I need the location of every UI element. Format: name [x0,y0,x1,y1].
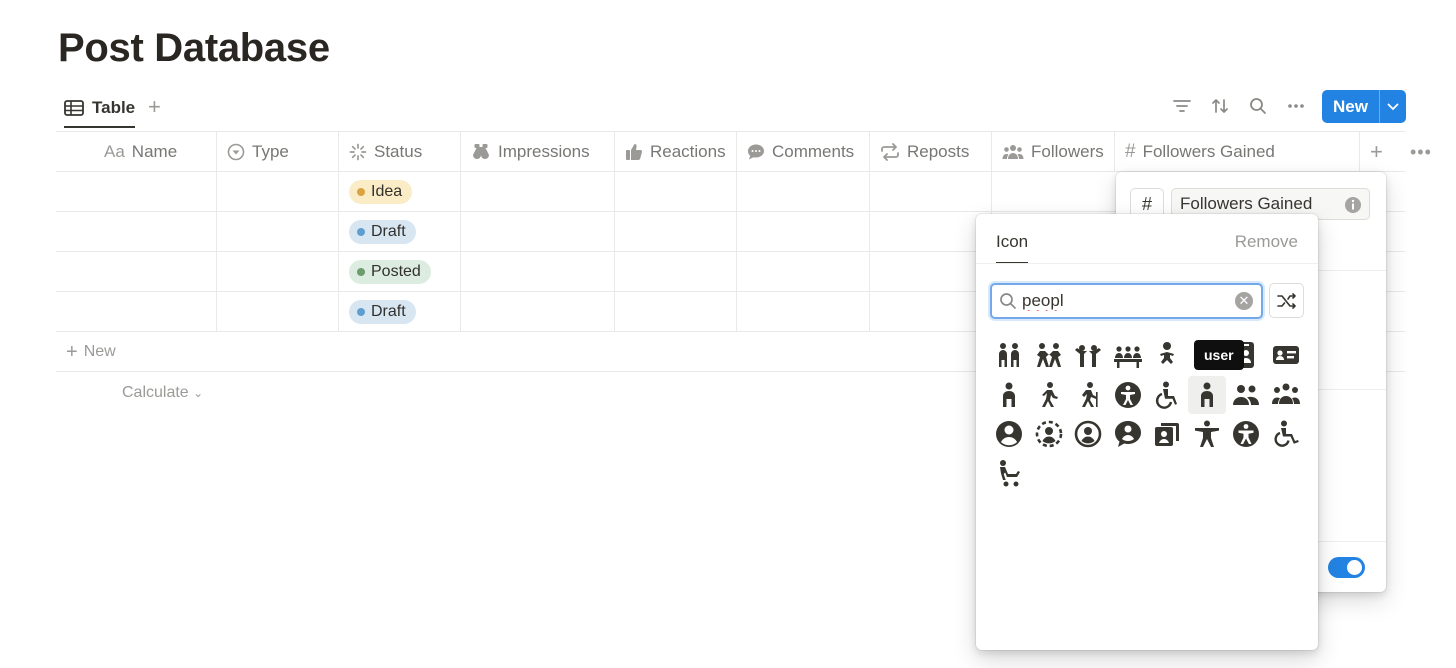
tab-table[interactable]: Table [64,94,136,128]
column-header-reposts[interactable]: Reposts [870,132,992,172]
repost-icon [881,143,899,161]
column-header-label: Name [131,142,178,161]
search-icon[interactable] [1248,96,1268,116]
user-chat-icon[interactable] [1109,415,1147,453]
column-header-label: Followers Gained [1142,142,1275,161]
sort-icon[interactable] [1210,96,1230,116]
stroller-icon[interactable] [990,455,1028,493]
search-icon [1000,293,1016,309]
shuffle-icon[interactable] [1269,283,1304,318]
column-header-type[interactable]: Type [217,132,339,172]
more-options-icon[interactable] [1286,96,1306,116]
tab-table-label: Table [92,98,136,117]
user-icon[interactable] [1187,375,1226,414]
icon-search-field[interactable]: ✕ [990,283,1263,319]
wheelchair-motion-icon[interactable] [1267,415,1305,453]
column-header-label: Reposts [907,142,970,161]
people-arms-up-icon[interactable] [1069,336,1107,374]
person-hiking-icon[interactable] [1069,376,1107,414]
property-toggle[interactable] [1328,557,1365,578]
new-button-label: New [1322,90,1380,123]
info-icon[interactable] [1344,196,1362,214]
column-header-label: Impressions [498,142,590,161]
icon-picker: Icon Remove ✕ user [976,214,1318,650]
status-label: Draft [371,223,406,240]
status-label: Draft [371,303,406,320]
chevron-down-icon[interactable] [1380,90,1406,123]
accessibility-circle-icon[interactable] [1109,376,1147,414]
tooltip: user [1194,340,1244,370]
column-header-label: Reactions [650,142,726,161]
status-badge[interactable]: Posted [349,260,431,284]
new-button[interactable]: New [1322,90,1406,123]
people-holding-hands-icon[interactable] [1030,336,1068,374]
calculate-label: Calculate [122,384,189,401]
property-name-value: Followers Gained [1180,194,1313,213]
person-arms-out-icon[interactable] [1188,415,1226,453]
people-group-table-icon[interactable] [1109,336,1147,374]
wheelchair-icon[interactable] [1148,376,1186,414]
id-card-icon[interactable] [1267,336,1305,374]
status-label: Idea [371,183,403,200]
new-row-label: New [83,342,116,360]
chevron-down-icon: ⌄ [193,386,204,400]
comment-icon [748,144,764,160]
column-header-followers[interactable]: Followers [992,132,1115,172]
column-header-comments[interactable]: Comments [737,132,870,172]
people-pair-icon[interactable] [990,336,1028,374]
binoculars-icon [473,144,489,159]
calculate-button[interactable]: Calculate ⌄ [122,384,203,402]
column-header-followers-gained[interactable]: # Followers Gained [1115,132,1360,172]
column-header-label: Type [252,142,289,161]
column-header-reactions[interactable]: Reactions [615,132,737,172]
people-two-icon[interactable] [1227,376,1265,414]
select-icon [227,143,245,161]
remove-button[interactable]: Remove [1235,232,1298,252]
people-three-icon[interactable] [1267,376,1305,414]
status-icon [349,143,367,161]
status-label: Posted [371,263,421,280]
page-title: Post Database [58,26,330,70]
view-bar: Table + New [56,90,1406,128]
person-standing-icon[interactable] [990,376,1028,414]
add-view-button[interactable]: + [148,96,161,118]
hash-icon: # [1125,141,1136,162]
column-header-impressions[interactable]: Impressions [461,132,615,172]
table-header: Aa Name Type Status Impressions Reaction… [56,131,1431,172]
user-circle-outline-icon[interactable] [1069,415,1107,453]
tab-icon[interactable]: Icon [996,232,1029,264]
people-icon [1002,145,1024,159]
user-circle-icon[interactable] [990,415,1028,453]
user-square-icon[interactable] [1148,415,1186,453]
baby-icon[interactable] [1148,336,1186,374]
aa-text-icon: Aa [104,142,125,161]
status-badge[interactable]: Draft [349,300,416,324]
status-badge[interactable]: Draft [349,220,416,244]
person-walking-icon[interactable] [1030,376,1068,414]
column-header-label: Followers [1031,142,1104,161]
column-header-status[interactable]: Status [339,132,461,172]
user-circle-dashed-icon[interactable] [1030,415,1068,453]
icon-search-input[interactable] [1022,289,1222,313]
status-badge[interactable]: Idea [349,180,413,204]
add-column-button[interactable]: + [1370,141,1383,163]
column-header-label: Status [374,142,423,161]
thumbs-up-icon [626,144,643,160]
column-header-label: Comments [772,142,855,161]
plus-icon: + [66,340,78,363]
clear-search-icon[interactable]: ✕ [1235,292,1253,310]
more-columns-icon[interactable]: ••• [1410,142,1432,163]
view-tools [1172,96,1306,116]
accessibility-icon[interactable] [1227,415,1265,453]
column-header-name[interactable]: Aa Name [56,132,217,172]
filter-icon[interactable] [1172,96,1192,116]
table-icon [64,100,84,116]
